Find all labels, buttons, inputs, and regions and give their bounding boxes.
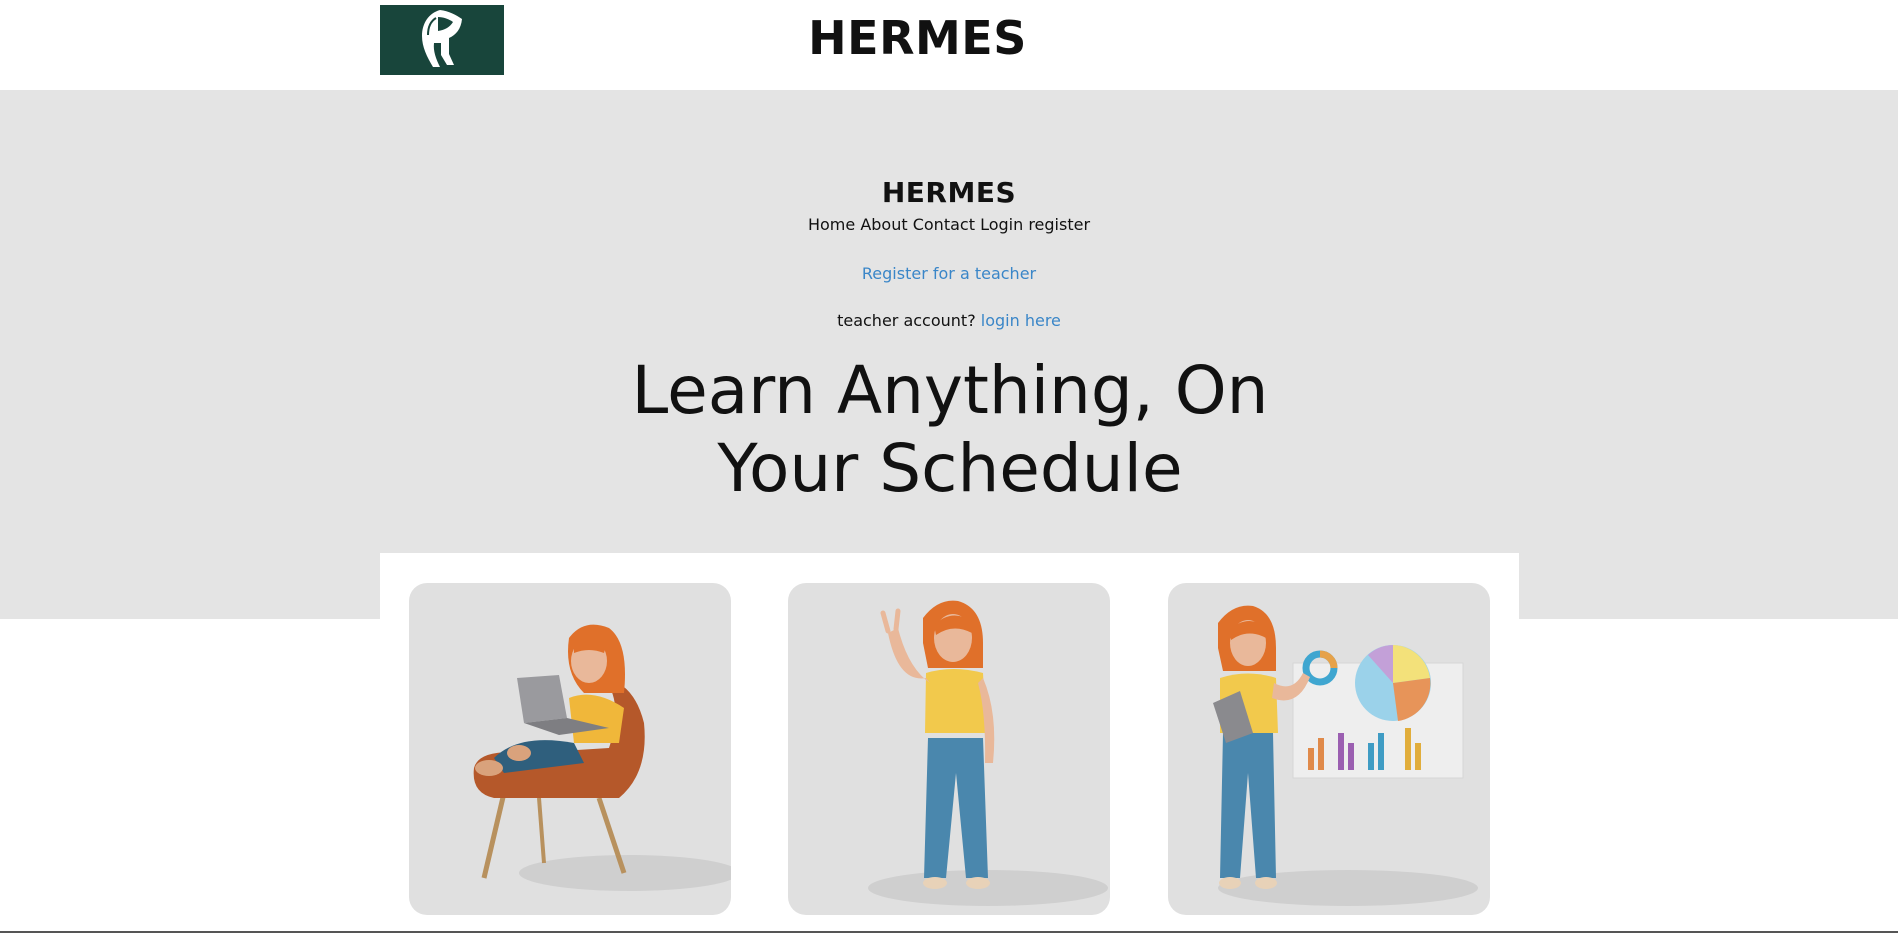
hero-section: HERMES Home About Contact Login register… [0, 90, 1898, 619]
person-presenting-charts-icon [1213, 605, 1478, 906]
nav-brand[interactable]: HERMES [0, 176, 1898, 209]
spartan-helmet-icon [422, 10, 462, 67]
hero-headline: Learn Anything, On Your Schedule [550, 352, 1350, 508]
teacher-login-line: teacher account? login here [0, 311, 1898, 330]
cards-panel [380, 553, 1519, 933]
feature-card[interactable] [409, 583, 731, 915]
nav-link-register[interactable]: register [1028, 215, 1090, 234]
register-teacher-link: Register for a teacher [0, 264, 1898, 283]
nav-link-contact[interactable]: Contact [913, 215, 975, 234]
teacher-login-prompt: teacher account? [837, 311, 976, 330]
nav-link-home[interactable]: Home [808, 215, 855, 234]
site-title: HERMES [808, 11, 1027, 65]
teacher-login-link[interactable]: login here [981, 311, 1061, 330]
feature-card[interactable] [1168, 583, 1490, 915]
person-with-laptop-in-chair-icon [473, 624, 731, 891]
nav-link-about[interactable]: About [860, 215, 907, 234]
top-bar: HERMES [0, 0, 1898, 90]
nav-link-login[interactable]: Login [980, 215, 1023, 234]
nav-links: Home About Contact Login register [0, 215, 1898, 234]
person-waving-icon [868, 600, 1108, 906]
register-teacher-link-text[interactable]: Register for a teacher [862, 264, 1036, 283]
hero-headline-line1: Learn Anything, On [631, 352, 1269, 429]
logo[interactable] [380, 5, 504, 75]
feature-card[interactable] [788, 583, 1110, 915]
hero-headline-line2: Your Schedule [717, 430, 1183, 507]
